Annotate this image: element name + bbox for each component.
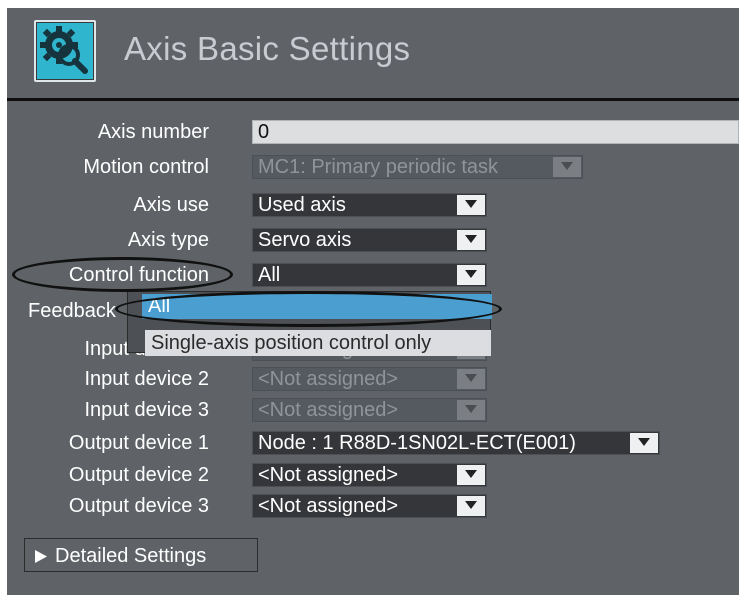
dropdown-option-single-axis[interactable]: Single-axis position control only xyxy=(145,330,491,356)
input-device-3-value: <Not assigned> xyxy=(258,399,399,421)
output-device-3-value: <Not assigned> xyxy=(258,495,399,517)
chevron-down-icon[interactable] xyxy=(457,195,485,215)
output-device-1-value: Node : 1 R88D-1SN02L-ECT(E001) xyxy=(258,432,576,454)
axis-number-value: 0 xyxy=(258,121,270,143)
detailed-settings-toggle[interactable]: Detailed Settings xyxy=(24,538,258,572)
chevron-down-icon[interactable] xyxy=(457,465,485,485)
output-device-1-select[interactable]: Node : 1 R88D-1SN02L-ECT(E001) xyxy=(252,431,660,455)
page-title: Axis Basic Settings xyxy=(124,30,411,67)
chevron-down-icon xyxy=(457,400,485,420)
chevron-down-icon[interactable] xyxy=(457,265,485,285)
output-device-2-select[interactable]: <Not assigned> xyxy=(252,463,487,487)
motion-control-value: MC1: Primary periodic task xyxy=(258,156,499,178)
chevron-down-icon xyxy=(457,369,485,389)
output-device-2-value: <Not assigned> xyxy=(258,464,399,486)
control-function-value: All xyxy=(258,264,281,286)
header: Axis Basic Settings xyxy=(7,8,739,96)
input-device-2-select: <Not assigned> xyxy=(252,367,487,391)
output-device-3-select[interactable]: <Not assigned> xyxy=(252,494,487,518)
detailed-settings-label: Detailed Settings xyxy=(55,545,207,567)
axis-use-label: Axis use xyxy=(133,194,209,216)
axis-number-input[interactable]: 0 xyxy=(252,120,739,144)
chevron-down-icon[interactable] xyxy=(457,496,485,516)
input-device-3-select: <Not assigned> xyxy=(252,398,487,422)
axis-type-select[interactable]: Servo axis xyxy=(252,228,487,252)
output-device-2-label: Output device 2 xyxy=(68,464,209,486)
input-device-2-value: <Not assigned> xyxy=(258,368,399,390)
chevron-down-icon xyxy=(553,157,581,177)
axis-type-label: Axis type xyxy=(127,229,209,251)
output-device-3-label: Output device 3 xyxy=(68,495,209,517)
expand-arrow-icon xyxy=(35,550,47,563)
motion-control-label: Motion control xyxy=(83,156,209,178)
input-device-2-label: Input device 2 xyxy=(84,368,209,390)
axis-use-value: Used axis xyxy=(258,194,346,216)
chevron-down-icon[interactable] xyxy=(630,433,658,453)
axis-settings-panel: Axis Basic Settings Axis number 0 Motion… xyxy=(7,8,739,595)
chevron-down-icon[interactable] xyxy=(457,230,485,250)
input-device-3-label: Input device 3 xyxy=(84,399,209,421)
feedback-label: Feedback xyxy=(28,300,116,322)
header-divider xyxy=(7,98,739,101)
axis-number-label: Axis number xyxy=(97,121,209,143)
control-function-callout xyxy=(12,257,233,292)
motion-control-select: MC1: Primary periodic task xyxy=(252,155,583,179)
control-function-select[interactable]: All xyxy=(252,263,487,287)
gear-magnifier-icon xyxy=(34,20,96,82)
dropdown-option-callout xyxy=(115,291,502,327)
axis-type-value: Servo axis xyxy=(258,229,352,251)
output-device-1-label: Output device 1 xyxy=(68,432,209,454)
axis-use-select[interactable]: Used axis xyxy=(252,193,487,217)
